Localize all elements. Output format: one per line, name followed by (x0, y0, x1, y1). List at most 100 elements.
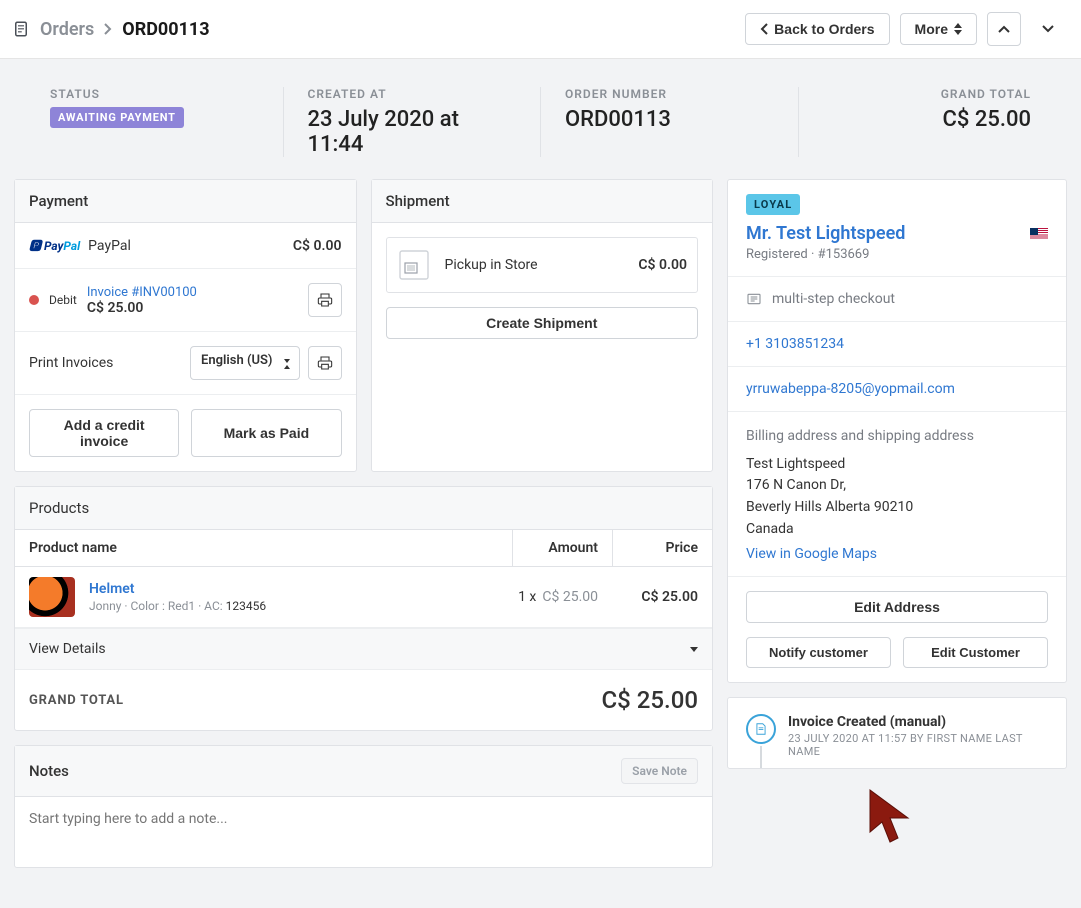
breadcrumb: Orders ORD00113 (12, 19, 210, 40)
next-record-button[interactable] (1031, 12, 1065, 46)
paypal-icon: 🅿 PayPal (29, 237, 80, 254)
sort-icon (954, 23, 962, 35)
payment-paypal-row: 🅿 PayPal PayPal C$ 0.00 (15, 223, 356, 269)
notify-customer-button[interactable]: Notify customer (746, 637, 891, 668)
language-selected: English (US) (201, 353, 272, 368)
invoice-event-icon (746, 714, 776, 744)
notify-label: Notify customer (769, 645, 868, 660)
create-shipment-button[interactable]: Create Shipment (386, 307, 699, 339)
caret-down-icon (690, 647, 698, 652)
view-details-label: View Details (29, 641, 106, 657)
table-row: Helmet Jonny · Color : Red1 · AC: 123456… (15, 567, 712, 628)
summary-order-number: ORDER NUMBER ORD00113 (540, 87, 798, 157)
chevron-up-icon (998, 25, 1010, 33)
products-table-header: Product name Amount Price (15, 530, 712, 567)
timeline-card: Invoice Created (manual) 23 JULY 2020 AT… (727, 697, 1067, 769)
print-invoices-row: Print Invoices English (US) (15, 332, 356, 395)
customer-phone[interactable]: +1 3103851234 (746, 336, 844, 352)
products-card: Products Product name Amount Price Helme… (14, 486, 713, 731)
print-invoice-button[interactable] (308, 283, 342, 317)
notes-card: Notes Save Note (14, 745, 713, 868)
payment-debit-row: Debit Invoice #INV00100 C$ 25.00 (15, 269, 356, 332)
created-value: 23 July 2020 at 11:44 (308, 107, 517, 157)
add-credit-invoice-button[interactable]: Add a credit invoice (29, 409, 179, 457)
save-note-button[interactable]: Save Note (621, 758, 698, 784)
customer-email[interactable]: yrruwabeppa-8205@yopmail.com (746, 381, 955, 397)
product-subline: Jonny · Color : Red1 · AC: 123456 (89, 599, 266, 613)
address-label: Billing address and shipping address (746, 426, 1048, 448)
created-label: CREATED AT (308, 87, 517, 101)
debit-label: Debit (49, 293, 77, 307)
print-all-button[interactable] (308, 346, 342, 380)
summary-created: CREATED AT 23 July 2020 at 11:44 (283, 87, 541, 157)
chevron-right-icon (104, 23, 112, 35)
col-product-name: Product name (15, 530, 512, 566)
shipment-method: Pickup in Store (445, 257, 538, 273)
chevron-down-icon (1042, 25, 1054, 33)
customer-name-link[interactable]: Mr. Test Lightspeed (746, 223, 905, 244)
shipment-amount: C$ 0.00 (638, 257, 687, 273)
create-shipment-label: Create Shipment (486, 315, 597, 331)
order-no-label: ORDER NUMBER (565, 87, 774, 101)
edit-customer-button[interactable]: Edit Customer (903, 637, 1048, 668)
chevron-left-icon (760, 23, 768, 35)
clipboard-icon (12, 20, 30, 38)
invoice-amount: C$ 25.00 (87, 300, 298, 316)
shipment-card: Shipment Pickup in Store C$ 0.00 Create … (371, 179, 714, 472)
mark-paid-label: Mark as Paid (224, 425, 310, 441)
address-name: Test Lightspeed (746, 454, 1048, 476)
more-label: More (915, 21, 948, 37)
paypal-amount: C$ 0.00 (293, 238, 342, 254)
status-badge: AWAITING PAYMENT (50, 107, 184, 128)
grand-total-label: GRAND TOTAL (823, 87, 1032, 101)
timeline-event-sub: 23 JULY 2020 AT 11:57 BY FIRST NAME LAST… (788, 732, 1048, 758)
payment-title: Payment (15, 180, 356, 223)
edit-address-button[interactable]: Edit Address (746, 591, 1048, 623)
status-label: STATUS (50, 87, 259, 101)
products-title: Products (15, 487, 712, 530)
summary-grand-total: GRAND TOTAL C$ 25.00 (798, 87, 1081, 157)
language-select[interactable]: English (US) (190, 346, 299, 380)
address-line2: Beverly Hills Alberta 90210 (746, 497, 1048, 519)
status-dot-icon (29, 295, 39, 305)
customer-card: LOYAL Mr. Test Lightspeed Registered · #… (727, 179, 1067, 683)
barcode-icon (397, 248, 431, 282)
col-price: Price (612, 530, 712, 566)
shipment-title: Shipment (372, 180, 713, 223)
grand-total-label-2: GRAND TOTAL (29, 693, 124, 708)
summary-strip: STATUS AWAITING PAYMENT CREATED AT 23 Ju… (0, 59, 1081, 179)
col-amount: Amount (512, 530, 612, 566)
prev-record-button[interactable] (987, 12, 1021, 46)
customer-subline: Registered · #153669 (746, 247, 1048, 262)
mark-as-paid-button[interactable]: Mark as Paid (191, 409, 341, 457)
more-button[interactable]: More (900, 13, 977, 45)
notes-textarea[interactable] (15, 797, 712, 863)
loyal-badge: LOYAL (746, 194, 800, 215)
breadcrumb-orders[interactable]: Orders (40, 19, 94, 40)
shipment-method-row: Pickup in Store C$ 0.00 (386, 237, 699, 293)
printer-icon (317, 355, 333, 371)
payment-card: Payment 🅿 PayPal PayPal C$ 0.00 Debit In… (14, 179, 357, 472)
print-invoices-label: Print Invoices (29, 355, 113, 371)
breadcrumb-current: ORD00113 (122, 19, 209, 40)
grand-total-value: C$ 25.00 (823, 107, 1032, 132)
google-maps-link[interactable]: View in Google Maps (746, 546, 877, 562)
product-thumbnail (29, 577, 75, 617)
grand-total-value-2: C$ 25.00 (601, 686, 698, 714)
back-to-orders-button[interactable]: Back to Orders (745, 13, 889, 45)
checkout-type: multi-step checkout (728, 276, 1066, 321)
address-country: Canada (746, 519, 1048, 541)
invoice-link[interactable]: Invoice #INV00100 (87, 285, 197, 300)
edit-customer-label: Edit Customer (931, 645, 1020, 660)
view-details-toggle[interactable]: View Details (15, 628, 712, 670)
printer-icon (317, 292, 333, 308)
product-name-link[interactable]: Helmet (89, 581, 134, 597)
order-no-value: ORD00113 (565, 107, 774, 132)
address-block: Billing address and shipping address Tes… (728, 411, 1066, 576)
summary-status: STATUS AWAITING PAYMENT (0, 87, 283, 157)
line-price: C$ 25.00 (612, 579, 712, 615)
back-label: Back to Orders (774, 21, 874, 37)
topbar-actions: Back to Orders More (745, 12, 1065, 46)
add-credit-label: Add a credit invoice (44, 417, 164, 449)
notes-title: Notes (29, 762, 69, 780)
